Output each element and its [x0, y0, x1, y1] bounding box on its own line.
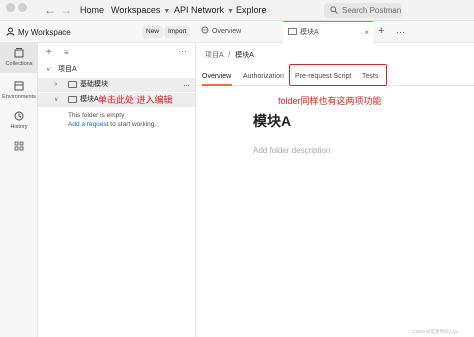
- rail-environments[interactable]: Environments: [0, 76, 38, 106]
- folder-icon: [288, 28, 297, 35]
- folder-icon: [68, 96, 77, 103]
- add-tab-icon[interactable]: +: [378, 25, 384, 37]
- search-input[interactable]: Search Postman: [324, 3, 402, 18]
- breadcrumb-separator: /: [228, 52, 231, 59]
- breadcrumb: 项目A / 模块A: [205, 51, 254, 60]
- tab-active-folder[interactable]: 模块A ×: [283, 21, 373, 43]
- annotation-highlight-box: [289, 64, 387, 86]
- tab-bar: Overview 模块A × + ···: [196, 21, 474, 43]
- folder-title[interactable]: 模块A: [253, 113, 291, 130]
- tab-overview[interactable]: Overview: [196, 21, 282, 43]
- folder-label: 模块A: [80, 96, 99, 103]
- rail-history[interactable]: History: [0, 106, 38, 136]
- rail-apps[interactable]: [0, 141, 38, 157]
- window-minimize-dot[interactable]: [18, 3, 27, 12]
- import-button[interactable]: Import: [164, 26, 191, 38]
- folder-icon: [68, 81, 77, 88]
- chevron-down-icon: ▼: [227, 8, 234, 15]
- nav-api-network-label: API Network: [174, 5, 225, 15]
- tree-collection-row[interactable]: ∨ 项目A: [38, 63, 195, 77]
- folder-description-input[interactable]: Add folder description: [253, 146, 330, 156]
- more-tabs-icon[interactable]: ···: [396, 26, 405, 38]
- filter-icon[interactable]: ≡: [64, 48, 69, 58]
- folder-label: 基础模块: [80, 81, 108, 88]
- workspace-title[interactable]: My Workspace: [6, 27, 71, 38]
- search-icon: [330, 6, 338, 14]
- forward-arrow-icon[interactable]: →: [60, 3, 72, 17]
- annotation-right: folder同样也有这两项功能: [278, 96, 382, 106]
- active-subtab-indicator: [202, 84, 232, 86]
- rail-history-label: History: [10, 124, 28, 130]
- new-button[interactable]: New: [142, 26, 164, 38]
- annotation-left: 单击此处 进入编辑: [98, 95, 173, 105]
- overview-icon: [201, 26, 209, 34]
- empty-folder-text: This folder is empty: [68, 112, 125, 119]
- user-icon: [6, 27, 15, 36]
- tab-overview-label: Overview: [212, 28, 242, 35]
- add-request-line: Add a request to start working.: [68, 120, 156, 129]
- search-placeholder: Search Postman: [342, 6, 402, 15]
- watermark: CSDN @是星时间入gv: [412, 329, 458, 334]
- rail-environments-label: Environments: [2, 94, 36, 100]
- apps-icon: [14, 141, 24, 151]
- window-close-dot[interactable]: [6, 3, 15, 12]
- chevron-down-icon: ∨: [54, 97, 59, 103]
- icon-rail: Collections Environments History: [0, 21, 38, 337]
- environments-icon: [14, 81, 24, 91]
- subtab-authorization[interactable]: Authorization: [243, 72, 284, 81]
- chevron-down-icon: ∨: [46, 67, 51, 73]
- title-bar: ← → Home Workspaces ▼ API Network ▼ Explor…: [0, 0, 474, 21]
- nav-workspaces-label: Workspaces: [111, 5, 161, 15]
- close-icon[interactable]: ×: [364, 22, 369, 44]
- history-icon: [14, 111, 24, 121]
- add-request-link[interactable]: Add a request: [68, 121, 108, 128]
- nav-explore[interactable]: Explore: [236, 4, 267, 16]
- breadcrumb-current: 模块A: [235, 52, 254, 59]
- tab-active-label: 模块A: [300, 29, 319, 36]
- more-options-icon[interactable]: ···: [183, 78, 190, 92]
- subtab-overview[interactable]: Overview: [202, 72, 231, 81]
- rail-collections[interactable]: Collections: [0, 43, 38, 73]
- more-options-icon[interactable]: ···: [178, 46, 187, 56]
- breadcrumb-parent[interactable]: 项目A: [205, 52, 223, 59]
- back-arrow-icon[interactable]: ←: [44, 3, 56, 17]
- chevron-down-icon: ▼: [163, 8, 171, 15]
- add-collection-icon[interactable]: +: [46, 48, 52, 58]
- add-request-suffix: to start working.: [108, 121, 157, 128]
- empty-folder-note: This folder is empty Add a request to st…: [68, 111, 156, 129]
- workspace-title-label: My Workspace: [18, 28, 71, 37]
- nav-workspaces[interactable]: Workspaces ▼: [111, 4, 170, 18]
- collections-sidebar: + ≡ ··· ∨ 项目A > 基础模块 ··· ∨ 模块A This fold…: [38, 43, 196, 337]
- collection-label: 项目A: [58, 66, 77, 73]
- nav-home[interactable]: Home: [80, 4, 104, 16]
- rail-collections-label: Collections: [5, 61, 33, 67]
- tree-folder-row[interactable]: > 基础模块 ···: [38, 78, 195, 92]
- collections-icon: [14, 48, 24, 58]
- workspace-header: My Workspace New Import: [0, 21, 196, 43]
- nav-api-network[interactable]: API Network ▼: [174, 4, 234, 18]
- chevron-right-icon: >: [54, 82, 58, 88]
